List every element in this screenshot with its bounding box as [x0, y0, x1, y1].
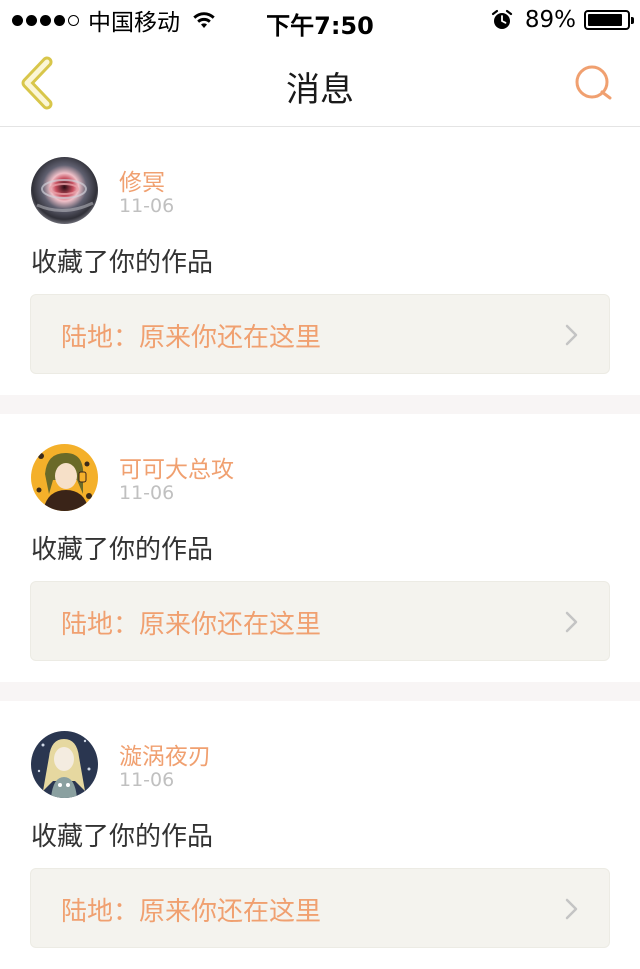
search-icon: [575, 65, 612, 100]
card-separator: [0, 395, 640, 414]
chevron-right-icon: [565, 611, 578, 633]
work-link[interactable]: 陆地：原来你还在这里: [30, 581, 610, 661]
battery-percent: 89%: [524, 7, 576, 33]
avatar[interactable]: [31, 157, 98, 224]
work-link[interactable]: 陆地：原来你还在这里: [30, 868, 610, 948]
avatar-image: [31, 157, 98, 224]
work-title: 陆地：原来你还在这里: [61, 897, 322, 927]
avatar[interactable]: [31, 444, 98, 511]
status-right: 89%: [491, 7, 634, 33]
page-title: 消息: [286, 70, 354, 110]
username[interactable]: 可可大总攻: [119, 450, 234, 484]
avatar-image: [31, 444, 98, 511]
notification-action: 收藏了你的作品: [31, 535, 214, 565]
alarm-clock-icon: [491, 9, 512, 29]
notification-card: 可可大总攻 11-06 收藏了你的作品 陆地：原来你还在这里: [0, 414, 640, 682]
battery-icon: [584, 10, 634, 30]
work-title: 陆地：原来你还在这里: [61, 323, 322, 353]
notification-list: 修冥 11-06 收藏了你的作品 陆地：原来你还在这里 可可大总攻 11-06 …: [0, 127, 640, 969]
notification-date: 11-06: [119, 769, 175, 791]
avatar-image: [31, 731, 98, 798]
nav-bar: 消息: [0, 40, 640, 127]
username[interactable]: 漩涡夜刃: [119, 737, 211, 771]
notification-card: 漩涡夜刃 11-06 收藏了你的作品 陆地：原来你还在这里: [0, 701, 640, 969]
status-bar: 中国移动 下午7:50 89%: [0, 0, 640, 40]
chevron-right-icon: [565, 898, 578, 920]
chevron-right-icon: [565, 324, 578, 346]
notification-card: 修冥 11-06 收藏了你的作品 陆地：原来你还在这里: [0, 127, 640, 395]
work-title: 陆地：原来你还在这里: [61, 610, 322, 640]
search-button[interactable]: [572, 62, 616, 106]
notification-date: 11-06: [119, 482, 175, 504]
notification-date: 11-06: [119, 195, 175, 217]
card-separator: [0, 682, 640, 701]
work-link[interactable]: 陆地：原来你还在这里: [30, 294, 610, 374]
username[interactable]: 修冥: [119, 163, 165, 197]
battery-level: [588, 14, 622, 26]
notification-action: 收藏了你的作品: [31, 822, 214, 852]
avatar[interactable]: [31, 731, 98, 798]
notification-action: 收藏了你的作品: [31, 248, 214, 278]
